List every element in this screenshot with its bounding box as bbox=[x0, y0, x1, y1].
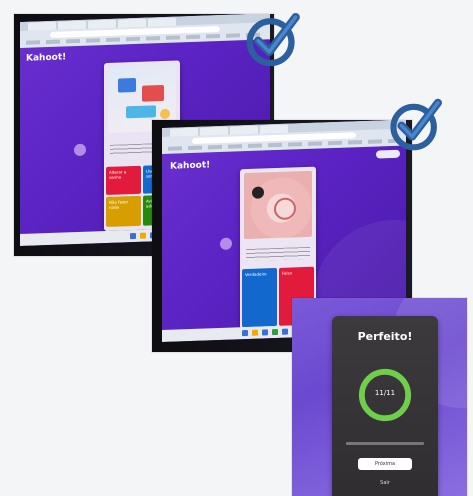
results-card: Perfeito! 11/11 Próxima Sair bbox=[332, 316, 438, 496]
kahoot-logo: Kahoot! bbox=[26, 52, 67, 64]
indicator-dot bbox=[220, 237, 232, 250]
secondary-button[interactable]: Sair bbox=[332, 480, 438, 486]
results-subtext bbox=[346, 442, 424, 445]
photo-3: Perfeito! 11/11 Próxima Sair bbox=[292, 298, 467, 496]
kahoot-logo: Kahoot! bbox=[170, 160, 211, 172]
answer-1[interactable]: Alterar a senha bbox=[106, 165, 141, 195]
check-circle-icon bbox=[390, 98, 442, 151]
results-title: Perfeito! bbox=[357, 330, 413, 343]
question-image bbox=[244, 170, 312, 240]
answer-true[interactable]: Verdadeiro bbox=[242, 267, 277, 328]
answer-3[interactable]: Não fazer nada bbox=[106, 195, 141, 227]
check-circle-icon bbox=[246, 12, 300, 67]
indicator-dot bbox=[74, 143, 86, 157]
score-value: 11/11 bbox=[374, 389, 396, 397]
question-text bbox=[246, 246, 310, 262]
primary-button[interactable]: Próxima bbox=[358, 458, 412, 470]
